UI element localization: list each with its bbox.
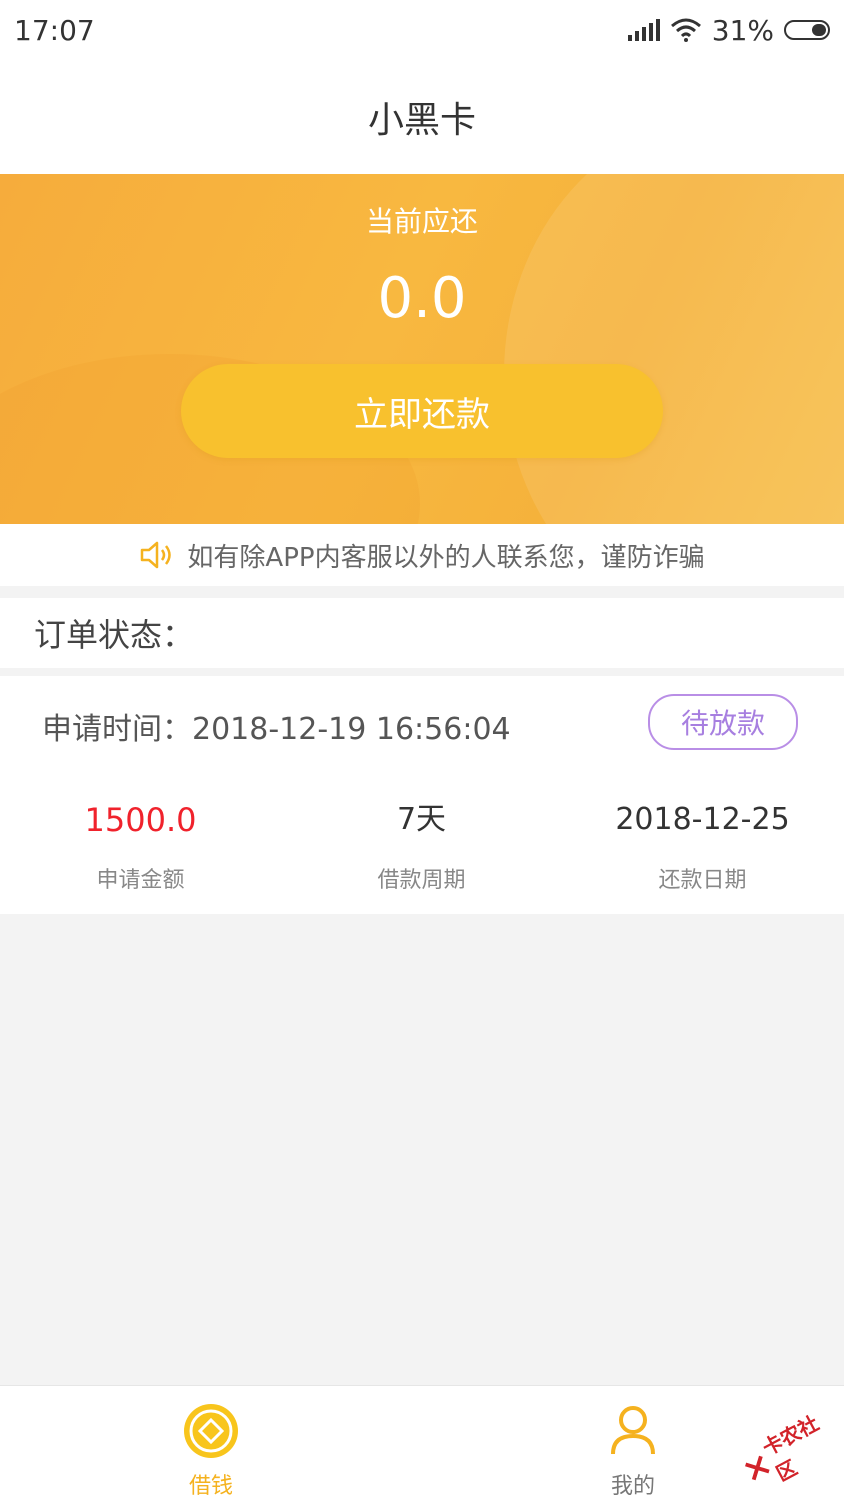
stat-loan-period: 7天 借款周期 [281, 800, 562, 894]
page-title: 小黑卡 [367, 100, 476, 141]
repayment-hero: 当前应还 0.0 立即还款 [0, 174, 844, 524]
bottom-tab-bar: 借钱 我的 [0, 1385, 844, 1501]
tab-label: 借钱 [188, 1474, 233, 1499]
stat-value: 2018-12-25 [615, 802, 790, 837]
stat-repay-date: 2018-12-25 还款日期 [562, 800, 843, 894]
status-indicators: 31% [627, 13, 830, 47]
stat-label: 借款周期 [377, 868, 466, 893]
current-due-label: 当前应还 [365, 205, 478, 238]
status-time: 17:07 [14, 13, 95, 47]
tab-mine[interactable]: 我的 [573, 1402, 693, 1500]
tab-label: 我的 [610, 1474, 655, 1499]
status-bar: 17:07 31% [0, 0, 844, 60]
speaker-icon [141, 541, 172, 569]
user-icon [611, 1406, 655, 1455]
battery-icon [784, 20, 830, 40]
notice-text: 如有除APP内客服以外的人联系您，谨防诈骗 [187, 542, 705, 573]
repay-now-button[interactable]: 立即还款 [181, 364, 663, 458]
wifi-icon [670, 18, 701, 42]
app-header: 小黑卡 [0, 60, 844, 174]
order-status-title: 订单状态： [34, 616, 195, 654]
stat-value: 1500.0 [84, 801, 197, 839]
order-card[interactable]: 申请时间：2018-12-19 16:56:04 待放款 1500.0 申请金额… [0, 676, 844, 914]
order-status-section: 订单状态： [0, 598, 844, 668]
signal-icon [627, 19, 660, 41]
status-badge: 待放款 [648, 694, 798, 750]
stat-value: 7天 [396, 802, 447, 837]
current-due-amount: 0.0 [377, 266, 467, 331]
stat-label: 申请金额 [96, 868, 185, 893]
coin-icon [184, 1404, 238, 1458]
apply-time: 申请时间：2018-12-19 16:56:04 [42, 712, 511, 747]
stat-apply-amount: 1500.0 申请金额 [0, 800, 281, 894]
tab-borrow[interactable]: 借钱 [151, 1402, 271, 1500]
battery-percent: 31% [711, 13, 774, 47]
fraud-notice: 如有除APP内客服以外的人联系您，谨防诈骗 [0, 524, 844, 586]
stat-label: 还款日期 [658, 868, 747, 893]
